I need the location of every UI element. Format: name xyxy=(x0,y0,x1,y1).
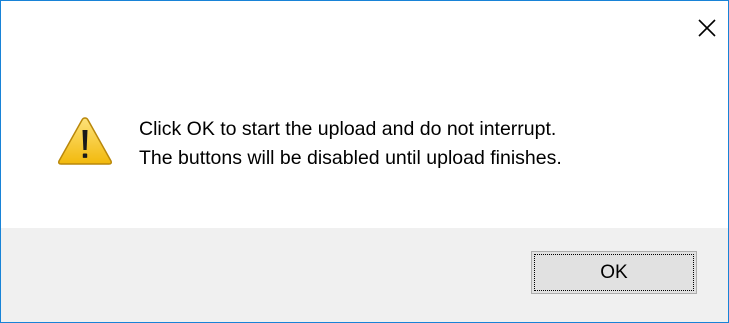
message-line-1: Click OK to start the upload and do not … xyxy=(139,118,557,140)
warning-icon xyxy=(58,117,112,165)
dialog-content: Click OK to start the upload and do not … xyxy=(1,1,728,229)
message-dialog: Click OK to start the upload and do not … xyxy=(0,0,729,323)
message-text: Click OK to start the upload and do not … xyxy=(139,115,562,173)
button-bar: OK xyxy=(1,228,728,322)
message-line-2: The buttons will be disabled until uploa… xyxy=(139,147,562,169)
ok-button[interactable]: OK xyxy=(531,251,697,294)
